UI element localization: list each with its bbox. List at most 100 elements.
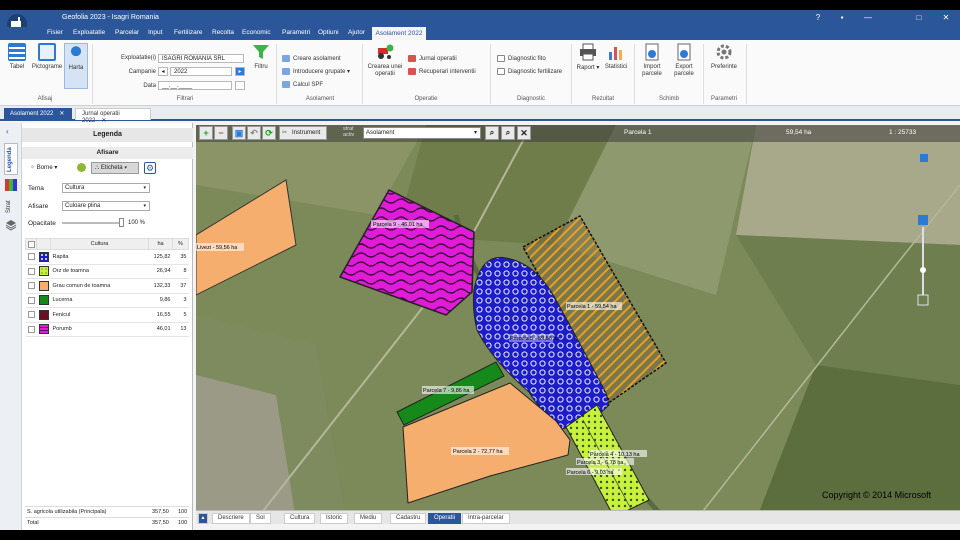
afisare-label: Afisare [28, 203, 49, 210]
menu-input[interactable]: Input [148, 29, 162, 36]
statistici-button[interactable]: Statistici [603, 43, 629, 70]
maximize-button[interactable]: □ [913, 13, 925, 22]
recuperari-button[interactable]: Recuperari interventii [408, 68, 476, 75]
tab-operatii[interactable]: Operatii [428, 513, 462, 524]
recover-icon [408, 68, 416, 75]
diagnostic-fito-button[interactable]: Diagnostic fito [497, 55, 546, 62]
color-icon[interactable] [77, 163, 86, 172]
tab-istoric[interactable]: Istoric [320, 513, 349, 524]
help-icon[interactable]: ? [812, 13, 824, 22]
table-row[interactable]: Fenicul 16,55 5 [25, 307, 189, 323]
save-icon[interactable]: ▪ [836, 13, 848, 22]
tab-descriere[interactable]: Descriere [212, 513, 250, 524]
refresh-icon[interactable]: ⟳ [262, 126, 276, 140]
menu-ajutor[interactable]: Ajutor [348, 29, 365, 36]
tab-asolament-2022[interactable]: Asolament 2022 ✕ [4, 108, 72, 120]
data-field[interactable]: __.__.____ [158, 81, 232, 90]
close-icon[interactable]: ✕ [517, 126, 531, 140]
map-svg[interactable]: Livezi - 59,56 ha Parcela 9 - 46,01 ha P… [196, 125, 960, 520]
close-tab-icon[interactable]: ✕ [59, 111, 64, 117]
map-canvas[interactable]: Livezi - 59,56 ha Parcela 9 - 46,01 ha P… [196, 125, 960, 520]
compass-icon[interactable] [920, 154, 928, 162]
diagnostic-fertilizare-button[interactable]: Diagnostic fertilizare [497, 68, 562, 75]
tab-strat[interactable]: Strat [4, 195, 18, 217]
opacity-slider-track[interactable] [62, 222, 124, 224]
zoom-search-icon[interactable]: ⌕ [501, 126, 515, 140]
calendar-icon[interactable] [235, 81, 245, 90]
campanie-next-button[interactable]: ▸ [235, 67, 245, 76]
bottom-tab-bar: ▴ Descriere Sol Cultura Istoric Mediu Ca… [196, 510, 960, 524]
opacity-slider-thumb[interactable] [119, 218, 124, 227]
tema-select[interactable]: Cultura ▾ [62, 183, 150, 193]
table-row[interactable]: Grau comun de toamna 132,33 37 [25, 278, 189, 294]
filtru-button[interactable]: Filtru [250, 43, 272, 70]
afisare-select[interactable]: Culoare plina ▾ [62, 201, 150, 211]
chevron-down-icon: ▾ [473, 130, 477, 136]
save-icon[interactable]: ▣ [232, 126, 246, 140]
import-icon [645, 43, 659, 61]
calculator-icon [282, 81, 290, 88]
tabel-button[interactable]: Tabel [6, 43, 28, 70]
table-row[interactable]: Lucerna 9,86 3 [25, 293, 189, 308]
tab-cadastru[interactable]: Cadastru [390, 513, 427, 524]
creare-asolament-button[interactable]: Creare asolament [282, 55, 341, 62]
add-icon[interactable]: + [199, 126, 213, 140]
menu-economic[interactable]: Economic [242, 29, 271, 36]
row-checkbox[interactable] [25, 264, 37, 279]
map-label-p6: Parcela 6 - 9,03 ha [567, 470, 614, 476]
campanie-prev-button[interactable]: ◂ [158, 67, 168, 76]
ribbon: Tabel Pictograme Harta Afisaj Exploatati… [0, 40, 960, 106]
zoom-in-icon[interactable] [918, 215, 928, 225]
menu-recolta[interactable]: Recolta [212, 29, 234, 36]
raport-button[interactable]: Raport ▾ [576, 43, 600, 71]
table-row[interactable]: Rapita 125,82 35 [25, 249, 189, 265]
row-checkbox[interactable] [25, 293, 37, 308]
expand-panel-icon[interactable]: ▴ [198, 513, 208, 524]
campanie-select[interactable]: 2022 [170, 67, 232, 76]
import-parcele-button[interactable]: Import parcele [638, 43, 666, 78]
creare-operatie-button[interactable]: Crearea unei operatii [364, 43, 406, 78]
row-checkbox[interactable] [25, 249, 37, 265]
zoom-slider-thumb[interactable] [920, 267, 926, 273]
journal-icon [408, 55, 416, 62]
menu-optiuni[interactable]: Optiuni [318, 29, 339, 36]
minimize-button[interactable]: — [862, 13, 874, 22]
tab-legenda[interactable]: Legenda [4, 143, 18, 175]
tab-intra-parcelar[interactable]: Intra-parcelar [462, 513, 510, 524]
table-row[interactable]: Orz de toamna 26,94 8 [25, 264, 189, 279]
menu-fisier[interactable]: Fisier [47, 29, 63, 36]
menu-asolament-active[interactable]: Asolament 2022 [372, 27, 426, 40]
settings-gear-icon[interactable]: ⚙ [144, 162, 156, 174]
undo-icon[interactable]: ↶ [247, 126, 261, 140]
collapse-arrow-icon[interactable]: ‹ [6, 127, 9, 136]
select-all-checkbox[interactable] [25, 238, 37, 250]
jurnal-operatii-button[interactable]: Jurnal operatii [408, 55, 457, 62]
menu-parametri[interactable]: Parametri [282, 29, 310, 36]
export-parcele-button[interactable]: Export parcele [670, 43, 698, 78]
tab-sol[interactable]: Sol [250, 513, 271, 524]
remove-icon[interactable]: − [214, 126, 228, 140]
tab-mediu[interactable]: Mediu [354, 513, 383, 524]
instrument-button[interactable]: ✂ Instrument [279, 126, 327, 140]
harta-button[interactable]: Harta [64, 43, 88, 89]
menu-exploatatie[interactable]: Exploatatie [73, 29, 105, 36]
menu-parcelar[interactable]: Parcelar [115, 29, 139, 36]
search-icon[interactable]: ⌕ [485, 126, 499, 140]
row-checkbox[interactable] [25, 278, 37, 294]
pictograme-button[interactable]: Pictograme [30, 43, 64, 70]
row-checkbox[interactable] [25, 322, 37, 337]
exploatatie-select[interactable]: ISAGRI ROMANIA SRL [158, 54, 244, 63]
culture-ha: 26,94 [148, 264, 173, 279]
menu-fertilizare[interactable]: Fertilizare [174, 29, 203, 36]
preferinte-button[interactable]: Preferinte [706, 43, 742, 70]
borne-toggle[interactable]: ✧ Borne ▾ [30, 164, 57, 171]
row-checkbox[interactable] [25, 307, 37, 323]
introducere-grupate-button[interactable]: Introducere grupate ▾ [282, 68, 350, 75]
tab-cultura[interactable]: Cultura [284, 513, 316, 524]
table-row[interactable]: Porumb 46,01 13 [25, 322, 189, 337]
eticheta-toggle[interactable]: ⛬ Eticheta ▾ [91, 162, 139, 174]
layer-select[interactable]: Asolament ▾ [363, 127, 481, 139]
close-button[interactable]: ✕ [940, 13, 952, 22]
calcul-spf-button[interactable]: Calcul SPF [282, 81, 323, 88]
tab-jurnal-operatii-2022[interactable]: Jurnal operatii 2022 ✕ [75, 108, 151, 124]
